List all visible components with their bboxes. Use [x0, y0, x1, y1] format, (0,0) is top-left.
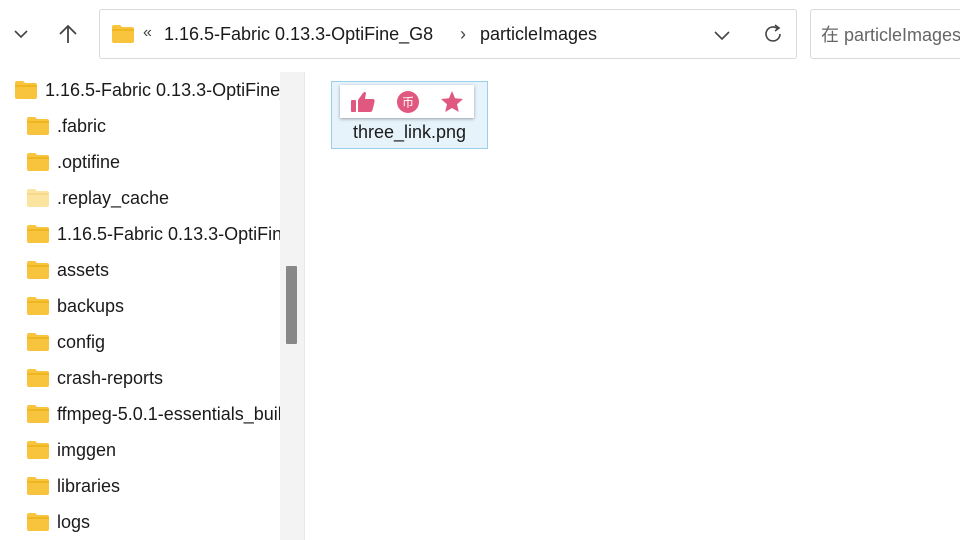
folder-icon	[27, 225, 49, 243]
file-view[interactable]: 币 three_link.png	[305, 72, 960, 540]
folder-icon	[27, 477, 49, 495]
sidebar-item-replay-cache[interactable]: .replay_cache	[27, 181, 169, 215]
sidebar-item-logs[interactable]: logs	[27, 505, 90, 539]
sidebar-item-label: libraries	[57, 475, 121, 496]
sidebar-item-libraries[interactable]: libraries	[27, 469, 120, 503]
coin-icon: 币	[397, 90, 419, 113]
search-box[interactable]	[810, 9, 960, 59]
sidebar-item-label: .optifine	[57, 151, 121, 172]
star-icon	[441, 91, 463, 112]
sidebar-item-config[interactable]: config	[27, 325, 105, 359]
sidebar-item-root[interactable]: 1.16.5-Fabric 0.13.3-OptiFine_G8	[15, 73, 280, 107]
sidebar-item-label: backups	[57, 295, 125, 316]
sidebar-item-crash-reports[interactable]: crash-reports	[27, 361, 163, 395]
sidebar-item-assets[interactable]: assets	[27, 253, 109, 287]
search-input[interactable]	[821, 22, 960, 48]
thumbs-up-icon	[351, 91, 375, 112]
folder-icon	[27, 297, 49, 315]
breadcrumb-overflow-button[interactable]: «	[143, 24, 152, 42]
coin-glyph: 币	[402, 95, 414, 109]
arrow-up-icon	[59, 24, 77, 43]
sidebar-item-label: 1.16.5-Fabric 0.13.3-OptiFine_G8	[45, 79, 280, 100]
address-history-chevron-icon[interactable]	[712, 25, 732, 45]
recent-locations-button[interactable]	[5, 18, 37, 50]
navigation-pane: 1.16.5-Fabric 0.13.3-OptiFine_G8 .fabric…	[0, 72, 280, 540]
file-item[interactable]: 币 three_link.png	[331, 81, 488, 149]
address-bar[interactable]: « 1.16.5-Fabric 0.13.3-OptiFine_G8 › par…	[99, 9, 797, 59]
folder-icon	[27, 333, 49, 351]
sidebar-scrollbar[interactable]	[280, 72, 304, 540]
up-button[interactable]	[52, 18, 84, 50]
breadcrumb-current[interactable]: particleImages	[480, 24, 597, 45]
sidebar-item-label: ffmpeg-5.0.1-essentials_build	[57, 403, 280, 424]
sidebar-item-imggen[interactable]: imggen	[27, 433, 116, 467]
sidebar-item-label: .fabric	[57, 115, 107, 136]
chevron-down-icon	[14, 30, 28, 39]
folder-icon	[27, 513, 49, 531]
sidebar-item-label: .replay_cache	[57, 187, 170, 208]
sidebar-item-backups[interactable]: backups	[27, 289, 124, 323]
toolbar: « 1.16.5-Fabric 0.13.3-OptiFine_G8 › par…	[0, 0, 960, 70]
folder-icon	[27, 441, 49, 459]
sidebar-item-fabric[interactable]: .fabric	[27, 109, 106, 143]
refresh-icon[interactable]	[761, 22, 785, 46]
folder-icon	[27, 117, 49, 135]
sidebar-item-ffmpeg[interactable]: ffmpeg-5.0.1-essentials_build	[27, 397, 280, 431]
folder-icon	[15, 81, 37, 99]
breadcrumb-separator[interactable]: ›	[460, 24, 466, 45]
sidebar-item-label: logs	[57, 511, 91, 532]
sidebar-item-label: assets	[57, 259, 110, 280]
folder-icon	[27, 153, 49, 171]
file-name: three_link.png	[352, 122, 467, 142]
breadcrumb-parent[interactable]: 1.16.5-Fabric 0.13.3-OptiFine_G8	[164, 24, 433, 45]
sidebar-item-optifine[interactable]: .optifine	[27, 145, 120, 179]
folder-icon	[27, 261, 49, 279]
sidebar-item-version-folder[interactable]: 1.16.5-Fabric 0.13.3-OptiFine_G8	[27, 217, 280, 251]
folder-icon	[27, 369, 49, 387]
sidebar-item-label: crash-reports	[57, 367, 164, 388]
hidden-folder-icon	[27, 189, 49, 207]
sidebar-scrollbar-thumb[interactable]	[286, 266, 297, 344]
file-thumbnail: 币	[340, 85, 474, 118]
sidebar-item-label: 1.16.5-Fabric 0.13.3-OptiFine_G8	[57, 223, 280, 244]
sidebar-item-label: imggen	[57, 439, 117, 460]
folder-icon	[112, 25, 134, 43]
sidebar-item-label: config	[57, 331, 106, 352]
folder-icon	[27, 405, 49, 423]
